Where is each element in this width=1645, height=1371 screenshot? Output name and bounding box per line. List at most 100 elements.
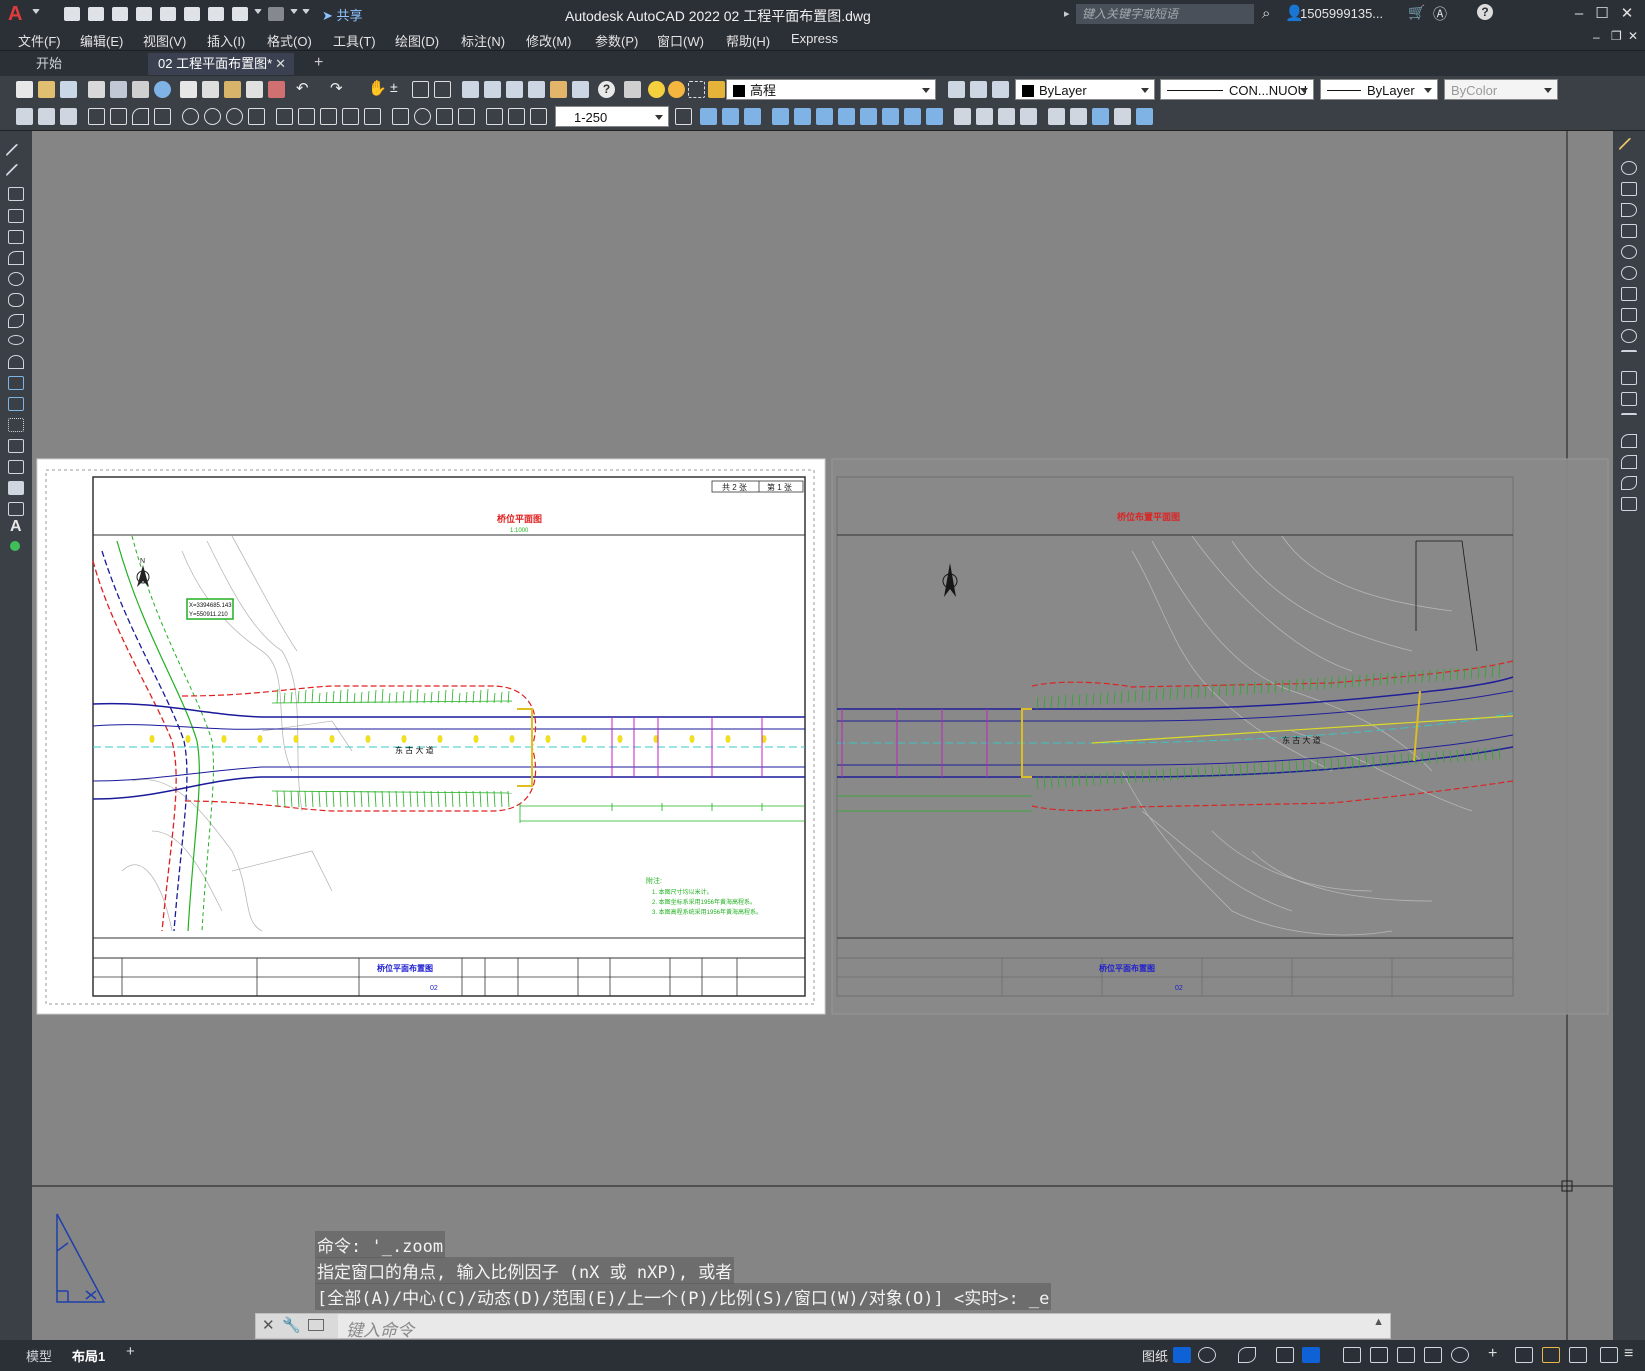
offset-faces-icon[interactable] — [816, 108, 833, 125]
polygon-icon[interactable] — [8, 209, 24, 223]
close-command-line-icon[interactable]: ✕ — [262, 1316, 275, 1334]
add-layout-button[interactable]: + — [126, 1343, 135, 1360]
break-icon[interactable] — [1621, 392, 1637, 406]
plot-preview-icon[interactable] — [110, 81, 127, 98]
menu-dimension[interactable]: 标注(N) — [461, 31, 505, 50]
design-center-icon[interactable] — [484, 81, 501, 98]
center-mark-icon[interactable] — [414, 108, 431, 125]
jogged-dimension-icon[interactable] — [204, 108, 221, 125]
undo-icon[interactable] — [232, 7, 248, 21]
menu-file[interactable]: 文件(F) — [18, 31, 61, 50]
menu-modify[interactable]: 修改(M) — [526, 31, 572, 50]
solid-edit-icon[interactable] — [1136, 108, 1153, 125]
publish-icon[interactable] — [132, 81, 149, 98]
annotation-visibility-icon[interactable] — [1424, 1347, 1442, 1363]
transparency-icon[interactable] — [1370, 1347, 1388, 1363]
color-dropdown[interactable]: ByLayer — [1015, 79, 1155, 100]
move-icon[interactable] — [1621, 245, 1637, 259]
offset-icon[interactable] — [1621, 203, 1637, 217]
imprint-icon[interactable] — [954, 108, 971, 125]
polyline-icon[interactable] — [8, 187, 24, 201]
baseline-dimension-icon[interactable] — [298, 108, 315, 125]
menu-insert[interactable]: 插入(I) — [207, 31, 245, 50]
object-snap-icon[interactable] — [1302, 1347, 1320, 1363]
arc-icon[interactable] — [8, 251, 24, 265]
tab-layout1[interactable]: 布局1 — [72, 1346, 105, 1365]
isolate-objects-icon[interactable] — [1515, 1347, 1533, 1363]
intersect-icon[interactable] — [744, 108, 761, 125]
menu-help[interactable]: 帮助(H) — [726, 31, 770, 50]
color-edges-icon[interactable] — [1114, 108, 1131, 125]
menu-draw[interactable]: 绘图(D) — [395, 31, 439, 50]
user-account[interactable]: 1505999135... — [1300, 6, 1383, 21]
extend-icon[interactable] — [1621, 350, 1637, 364]
layer-dropdown[interactable]: 高程 — [726, 79, 936, 100]
radius-dimension-icon[interactable] — [182, 108, 199, 125]
dimension-update-icon[interactable] — [530, 108, 547, 125]
tab-close-icon[interactable]: ✕ — [275, 53, 286, 75]
minimize-button[interactable]: – — [1569, 4, 1589, 24]
copy-edges-icon[interactable] — [1092, 108, 1109, 125]
hardware-acceleration-icon[interactable] — [1542, 1347, 1560, 1363]
join-icon[interactable] — [1621, 413, 1637, 427]
zoom-previous-icon[interactable] — [434, 81, 451, 98]
save-web-icon[interactable] — [184, 7, 200, 21]
copy-faces-icon[interactable] — [904, 108, 921, 125]
aligned-dimension-icon[interactable] — [110, 108, 127, 125]
make-current-layer-icon[interactable] — [948, 81, 965, 98]
arc-length-icon[interactable] — [132, 108, 149, 125]
extrude-faces-icon[interactable] — [772, 108, 789, 125]
paste-icon[interactable] — [224, 81, 241, 98]
open-file-icon[interactable] — [88, 7, 104, 21]
rotate-faces-icon[interactable] — [860, 108, 877, 125]
array-icon[interactable] — [1621, 224, 1637, 238]
open-icon[interactable] — [38, 81, 55, 98]
union-icon[interactable] — [700, 108, 717, 125]
redo-dropdown-icon[interactable] — [290, 8, 298, 20]
clean-screen-icon[interactable] — [1600, 1347, 1618, 1363]
tab-start[interactable]: 开始 — [26, 53, 72, 75]
trim-icon[interactable] — [1621, 329, 1637, 343]
jogged-linear-icon[interactable] — [458, 108, 475, 125]
extract-edges-icon[interactable] — [1070, 108, 1087, 125]
tool-palettes-icon[interactable] — [506, 81, 523, 98]
menu-format[interactable]: 格式(O) — [267, 31, 312, 50]
dimension-text-edit-icon[interactable] — [508, 108, 525, 125]
drawing-canvas[interactable]: 共 2 张 第 1 张 桥位平面图 1:1000 东 古 大 道 N X=339… — [32, 131, 1613, 1354]
gradient-icon[interactable] — [8, 460, 24, 474]
match-properties-icon[interactable] — [246, 81, 263, 98]
layer-on-icon[interactable] — [648, 81, 665, 98]
markup-icon[interactable] — [550, 81, 567, 98]
qnew-icon[interactable] — [16, 81, 33, 98]
new-tab-button[interactable]: + — [314, 54, 323, 72]
diameter-dimension-icon[interactable] — [226, 108, 243, 125]
undo-dropdown-icon[interactable] — [254, 8, 262, 20]
make-block-icon[interactable] — [8, 397, 24, 411]
break-at-point-icon[interactable] — [1621, 371, 1637, 385]
redo-icon[interactable] — [268, 7, 284, 21]
check-icon[interactable] — [1048, 108, 1065, 125]
selection-cycling-icon[interactable] — [1397, 1347, 1415, 1363]
doc-close-button[interactable]: ✕ — [1628, 29, 1638, 43]
search-input[interactable]: 键入关键字或短语 — [1076, 4, 1254, 24]
erase-icon[interactable] — [1618, 137, 1640, 159]
multiline-text-icon[interactable]: A — [10, 518, 22, 536]
plot-icon-toolbar[interactable] — [88, 81, 105, 98]
search-expand-icon[interactable]: ▸ — [1064, 7, 1070, 20]
insert-block-icon[interactable] — [8, 376, 24, 390]
menu-express[interactable]: Express — [791, 31, 838, 46]
hatch-icon[interactable] — [8, 439, 24, 453]
block-editor-icon[interactable] — [268, 81, 285, 98]
construction-line-icon[interactable] — [5, 163, 27, 185]
angular-dimension-icon[interactable] — [248, 108, 265, 125]
new-file-icon[interactable] — [64, 7, 80, 21]
cut-icon[interactable] — [180, 81, 197, 98]
zoom-realtime-icon[interactable]: ± — [390, 79, 407, 96]
explode-icon[interactable] — [1621, 497, 1637, 511]
chamfer-icon[interactable] — [1621, 434, 1637, 448]
command-history-toggle-icon[interactable]: ▲ — [1373, 1316, 1384, 1328]
layer-viewport-icon[interactable] — [688, 81, 705, 98]
layer-states-icon[interactable] — [992, 81, 1009, 98]
stretch-icon[interactable] — [1621, 308, 1637, 322]
move-faces-icon[interactable] — [794, 108, 811, 125]
